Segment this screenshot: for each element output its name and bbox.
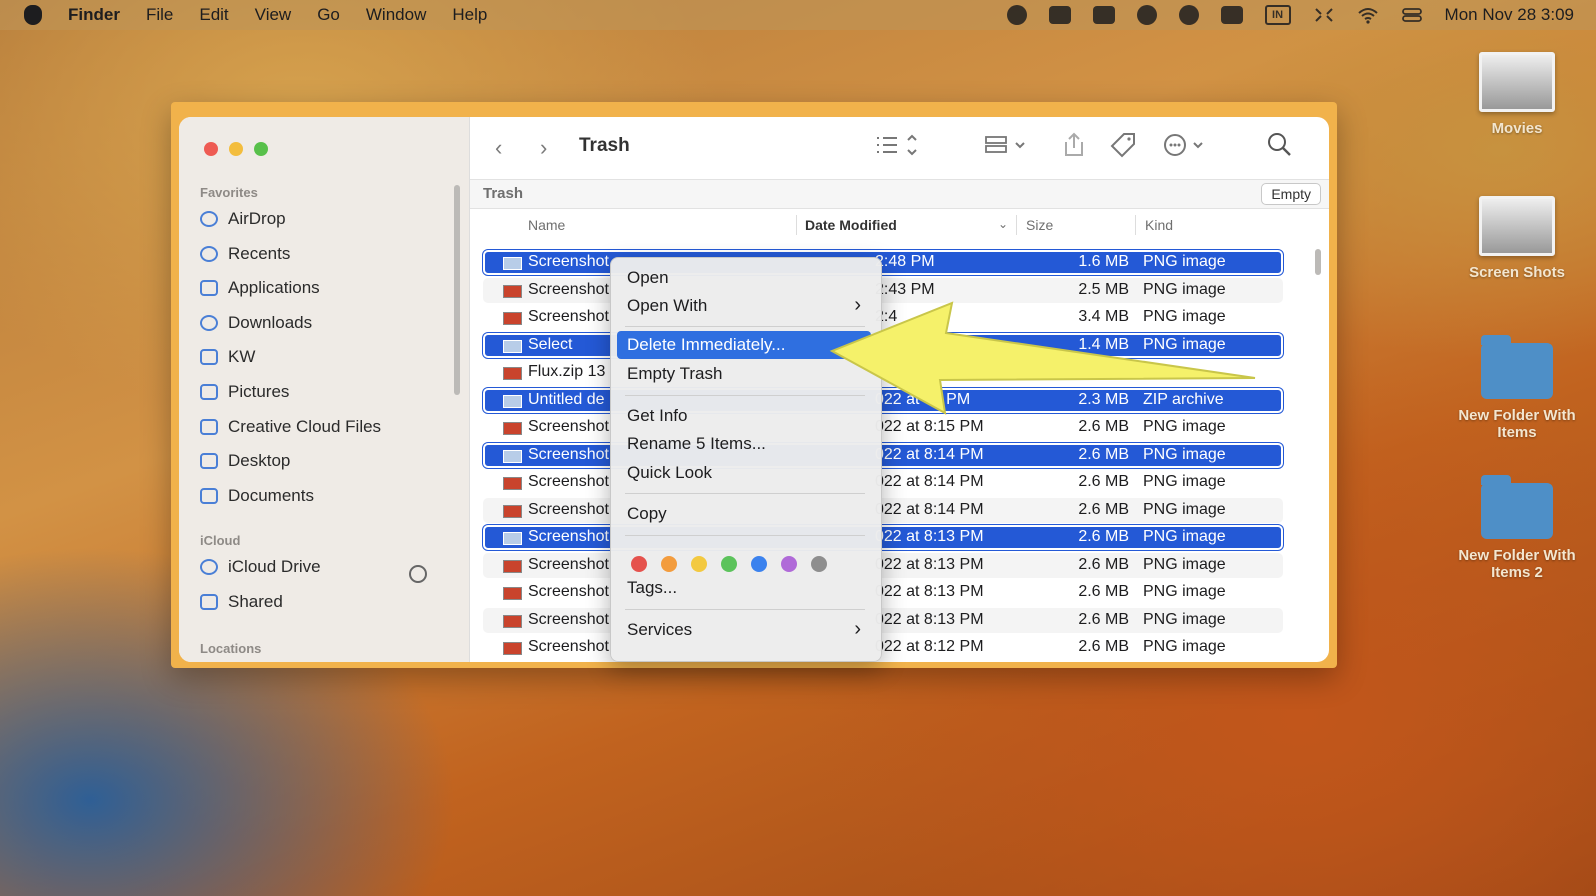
arrow-shape [829,301,1256,415]
annotation-arrow-icon [829,301,1256,415]
